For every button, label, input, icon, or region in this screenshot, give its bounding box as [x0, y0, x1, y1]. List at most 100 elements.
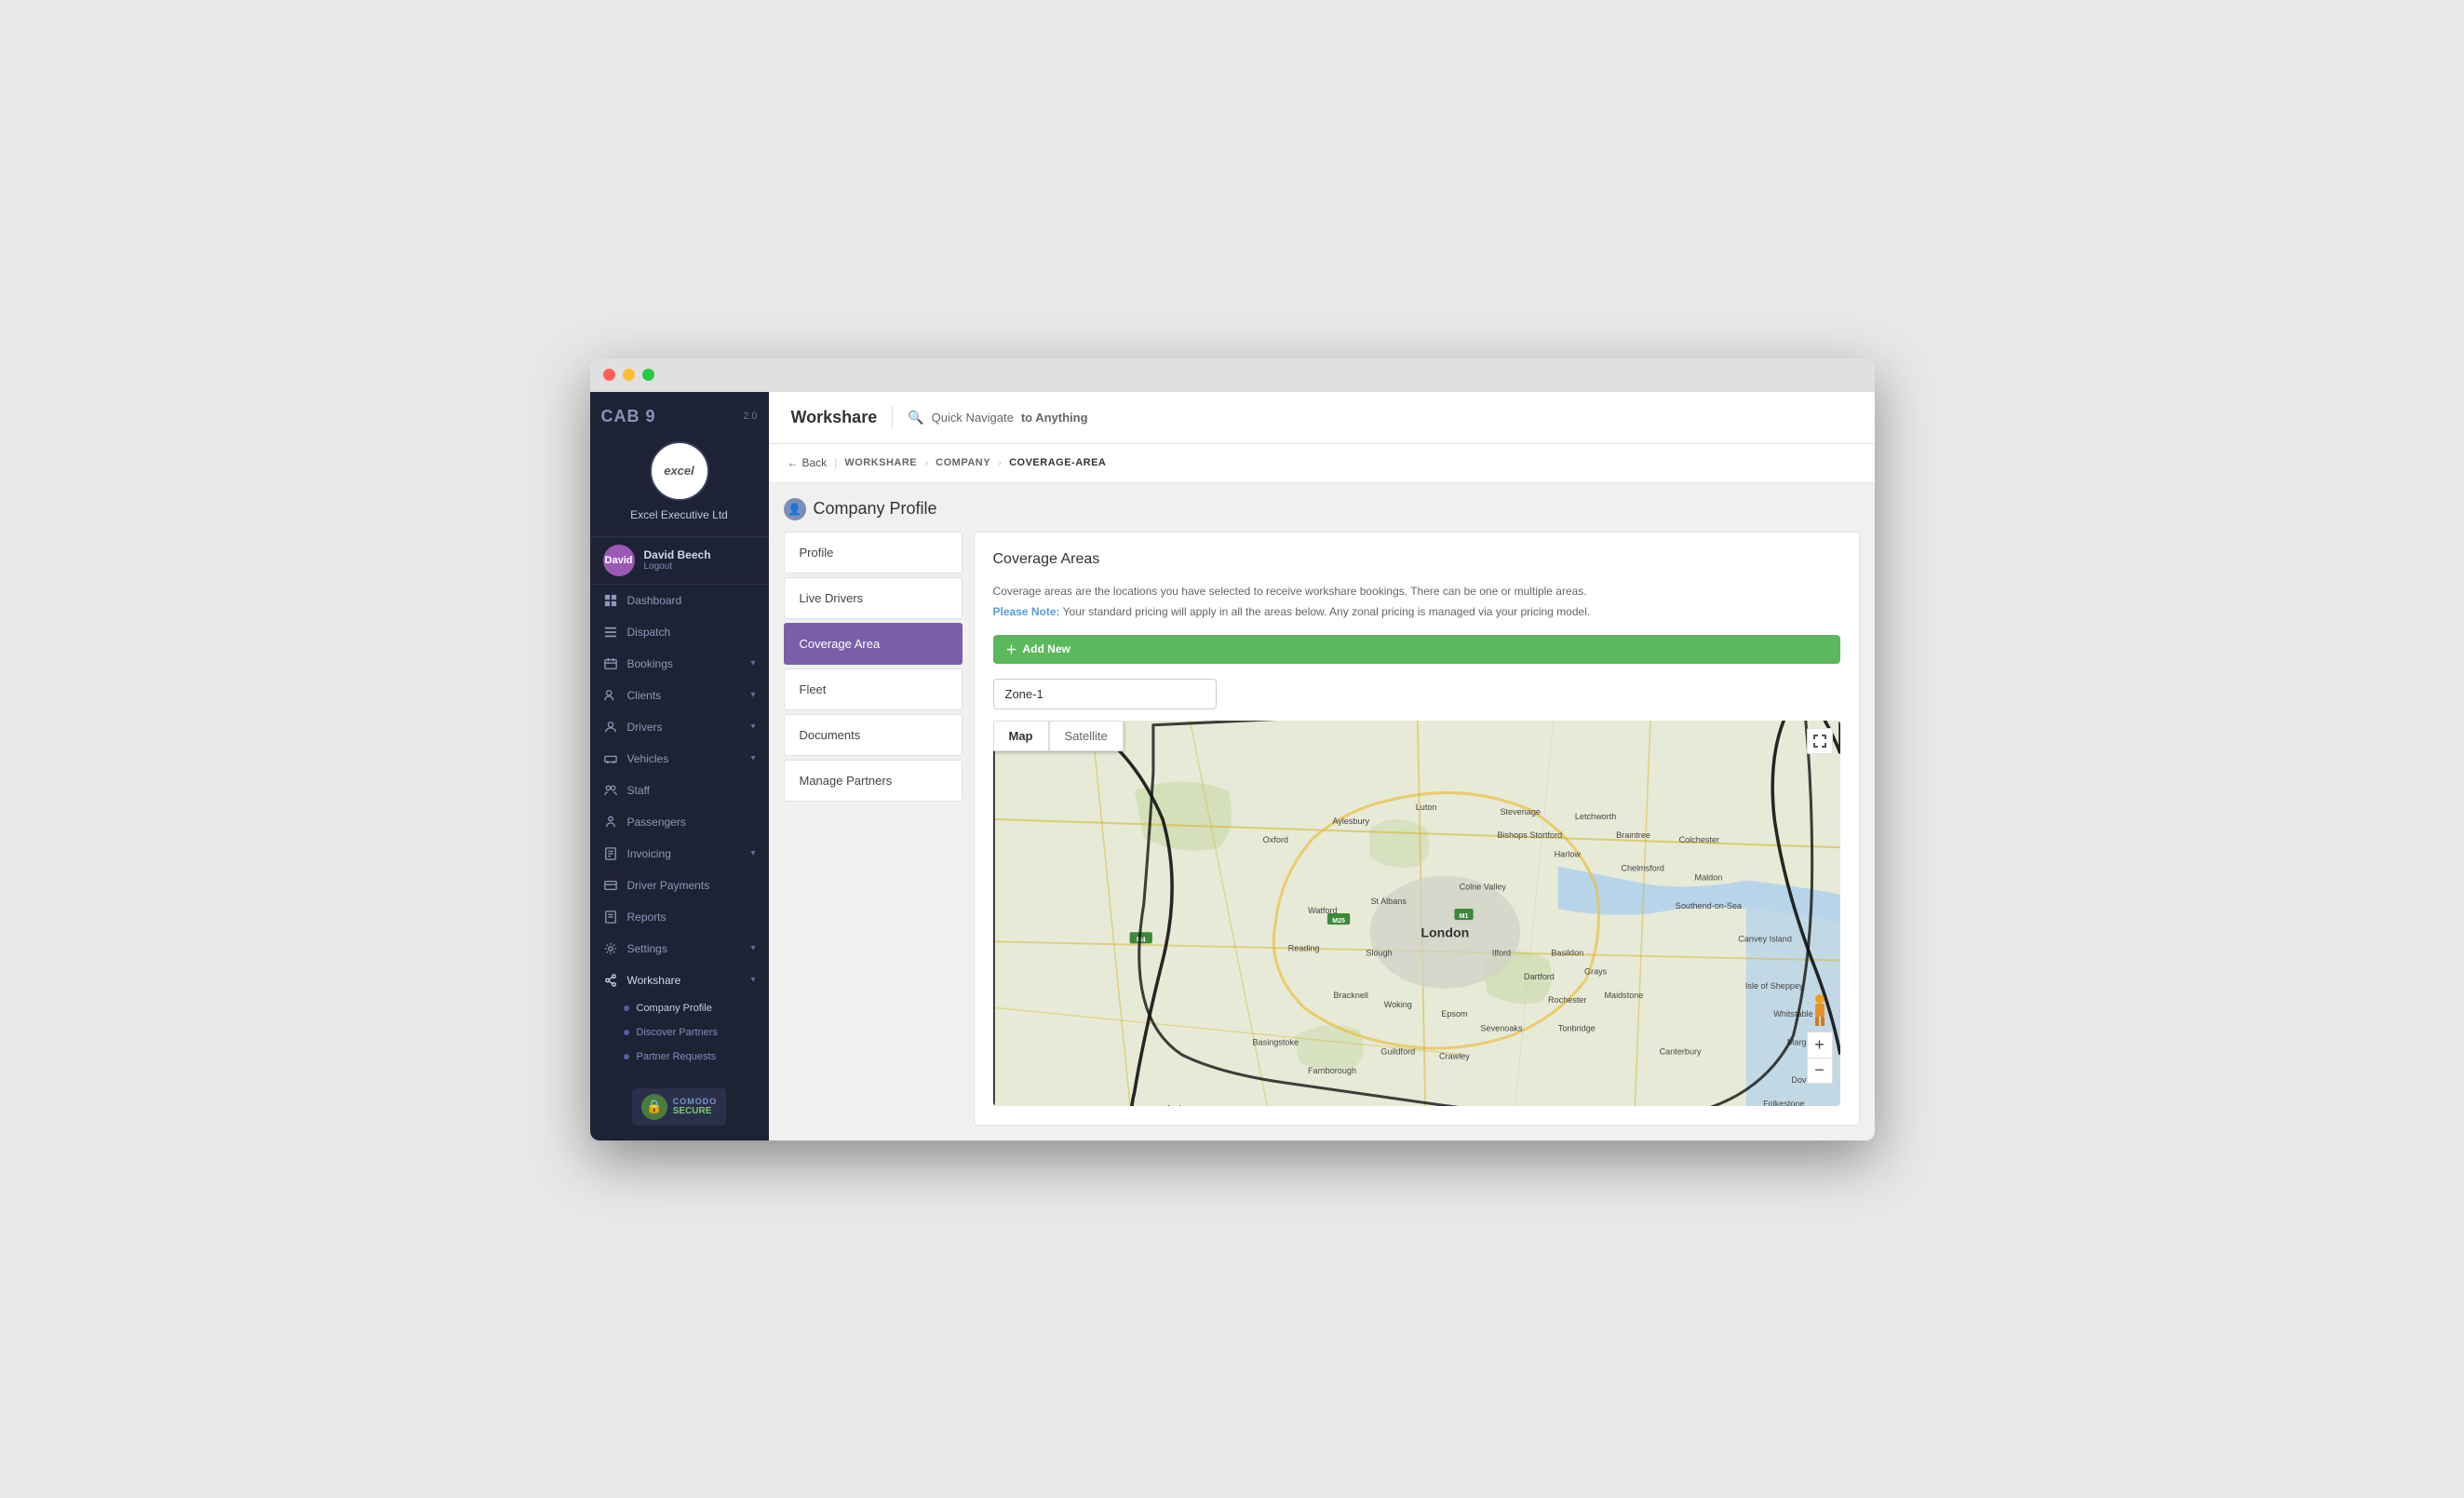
minimize-button[interactable] — [623, 369, 635, 381]
sidebar-item-company-profile[interactable]: Company Profile — [590, 996, 769, 1020]
sidebar-item-settings[interactable]: Settings ▾ — [590, 933, 769, 965]
sidebar-item-driver-payments[interactable]: Driver Payments — [590, 870, 769, 901]
inner-content: Profile Live Drivers Coverage Area Fleet… — [784, 532, 1860, 1126]
app-title: Workshare — [791, 408, 878, 427]
sidebar-item-bookings[interactable]: Bookings ▾ — [590, 648, 769, 680]
brand-version: 2.0 — [743, 411, 757, 422]
zoom-out-button[interactable]: − — [1807, 1058, 1833, 1084]
map-tab-satellite[interactable]: Satellite — [1049, 721, 1124, 751]
svg-text:Grays: Grays — [1583, 966, 1607, 976]
svg-text:M1: M1 — [1459, 913, 1468, 920]
passengers-icon — [603, 815, 618, 830]
coverage-description: Coverage areas are the locations you hav… — [993, 583, 1840, 600]
breadcrumb-workshare[interactable]: WORKSHARE — [844, 457, 917, 468]
breadcrumb-company[interactable]: COMPANY — [936, 457, 990, 468]
back-button[interactable]: ← Back — [788, 456, 828, 469]
driver-payments-label: Driver Payments — [627, 879, 710, 892]
panel-nav-live-drivers[interactable]: Live Drivers — [784, 577, 963, 619]
panel-nav-profile[interactable]: Profile — [784, 532, 963, 574]
svg-text:London: London — [1421, 924, 1469, 939]
settings-icon — [603, 941, 618, 956]
company-profile-sub-label: Company Profile — [637, 1003, 712, 1014]
page-title: Company Profile — [814, 499, 937, 519]
payment-icon — [603, 878, 618, 893]
svg-text:Canterbury: Canterbury — [1659, 1046, 1701, 1056]
svg-text:M25: M25 — [1332, 918, 1345, 924]
back-arrow-icon: ← — [788, 456, 799, 469]
search-area[interactable]: 🔍 Quick Navigate to Anything — [908, 410, 1087, 425]
topbar: Workshare 🔍 Quick Navigate to Anything — [769, 392, 1875, 444]
map-zoom-controls: + − — [1807, 1032, 1833, 1084]
sidebar-item-dispatch[interactable]: Dispatch — [590, 616, 769, 648]
clients-icon — [603, 688, 618, 703]
sidebar-item-partner-requests[interactable]: Partner Requests — [590, 1045, 769, 1069]
svg-text:Stevenage: Stevenage — [1500, 806, 1540, 816]
svg-text:Rochester: Rochester — [1548, 995, 1586, 1005]
sidebar-item-discover-partners[interactable]: Discover Partners — [590, 1020, 769, 1045]
pegman-button[interactable] — [1807, 991, 1833, 1032]
breadcrumb-separator: | — [834, 456, 837, 469]
panel-nav-documents[interactable]: Documents — [784, 714, 963, 756]
sidebar-item-invoicing[interactable]: Invoicing ▾ — [590, 838, 769, 870]
chevron-down-icon: ▾ — [750, 943, 755, 953]
svg-text:Chelmsford: Chelmsford — [1621, 863, 1664, 872]
svg-text:Bracknell: Bracknell — [1333, 991, 1367, 1000]
svg-text:Dartford: Dartford — [1524, 971, 1555, 980]
breadcrumb-coverage-area[interactable]: COVERAGE-AREA — [1009, 457, 1106, 468]
svg-text:Bishops Stortford: Bishops Stortford — [1497, 830, 1562, 840]
sidebar-item-dashboard[interactable]: Dashboard — [590, 585, 769, 616]
main-content: Workshare 🔍 Quick Navigate to Anything ←… — [769, 392, 1875, 1140]
discover-partners-label: Discover Partners — [637, 1027, 718, 1038]
logout-link[interactable]: Logout — [644, 561, 711, 572]
svg-text:Canvey Island: Canvey Island — [1738, 934, 1792, 943]
chevron-down-icon: ▾ — [750, 658, 755, 668]
map-expand-button[interactable] — [1807, 728, 1833, 754]
svg-text:Ilford: Ilford — [1491, 948, 1510, 957]
brand-name: CAB 9 — [601, 407, 656, 426]
sidebar-item-drivers[interactable]: Drivers ▾ — [590, 711, 769, 743]
back-label: Back — [802, 456, 828, 469]
svg-text:Braintree: Braintree — [1616, 830, 1650, 840]
maximize-button[interactable] — [642, 369, 654, 381]
map-tab-map[interactable]: Map — [993, 721, 1049, 751]
coverage-note-label: Please Note: — [993, 605, 1060, 618]
sidebar-item-reports[interactable]: Reports — [590, 901, 769, 933]
topbar-divider — [892, 406, 893, 428]
close-button[interactable] — [603, 369, 615, 381]
svg-text:Maidstone: Maidstone — [1604, 991, 1643, 1000]
dashboard-label: Dashboard — [627, 594, 682, 607]
svg-text:Maldon: Maldon — [1694, 872, 1722, 882]
sidebar-footer: 🔒 COMODO SECURE — [590, 1073, 769, 1140]
sidebar-item-vehicles[interactable]: Vehicles ▾ — [590, 743, 769, 775]
breadcrumb-bar: ← Back | WORKSHARE › COMPANY › COVERAGE-… — [769, 444, 1875, 483]
staff-label: Staff — [627, 784, 650, 797]
user-name: David Beech — [644, 548, 711, 561]
svg-text:Epsom: Epsom — [1441, 1009, 1467, 1019]
zone-name-input[interactable] — [993, 679, 1217, 709]
search-bold-text: to Anything — [1021, 411, 1088, 425]
svg-text:Harlow: Harlow — [1554, 849, 1581, 858]
dispatch-label: Dispatch — [627, 626, 671, 639]
invoicing-label: Invoicing — [627, 847, 671, 860]
zoom-in-button[interactable]: + — [1807, 1032, 1833, 1058]
sidebar-item-passengers[interactable]: Passengers — [590, 806, 769, 838]
page-header: 👤 Company Profile — [784, 498, 1860, 532]
svg-text:Andover: Andover — [1165, 1103, 1197, 1106]
settings-label: Settings — [627, 942, 667, 955]
coverage-note-text: Your standard pricing will apply in all … — [1063, 605, 1591, 618]
panel-nav-fleet[interactable]: Fleet — [784, 668, 963, 710]
panel-nav-manage-partners[interactable]: Manage Partners — [784, 760, 963, 802]
coverage-note: Please Note: Your standard pricing will … — [993, 603, 1840, 620]
sidebar-item-staff[interactable]: Staff — [590, 775, 769, 806]
panel-nav-coverage-area[interactable]: Coverage Area — [784, 623, 963, 665]
drivers-icon — [603, 720, 618, 735]
sidebar-item-clients[interactable]: Clients ▾ — [590, 680, 769, 711]
plus-icon: ＋ — [1006, 641, 1017, 657]
svg-text:Aylesbury: Aylesbury — [1332, 816, 1369, 825]
chevron-down-icon: ▾ — [750, 975, 755, 985]
svg-text:Reading: Reading — [1287, 943, 1319, 952]
page-header-icon: 👤 — [784, 498, 806, 520]
add-new-button[interactable]: ＋ Add New — [993, 635, 1840, 664]
svg-text:Guildford: Guildford — [1380, 1046, 1415, 1056]
sidebar-item-workshare[interactable]: Workshare ▾ — [590, 965, 769, 996]
